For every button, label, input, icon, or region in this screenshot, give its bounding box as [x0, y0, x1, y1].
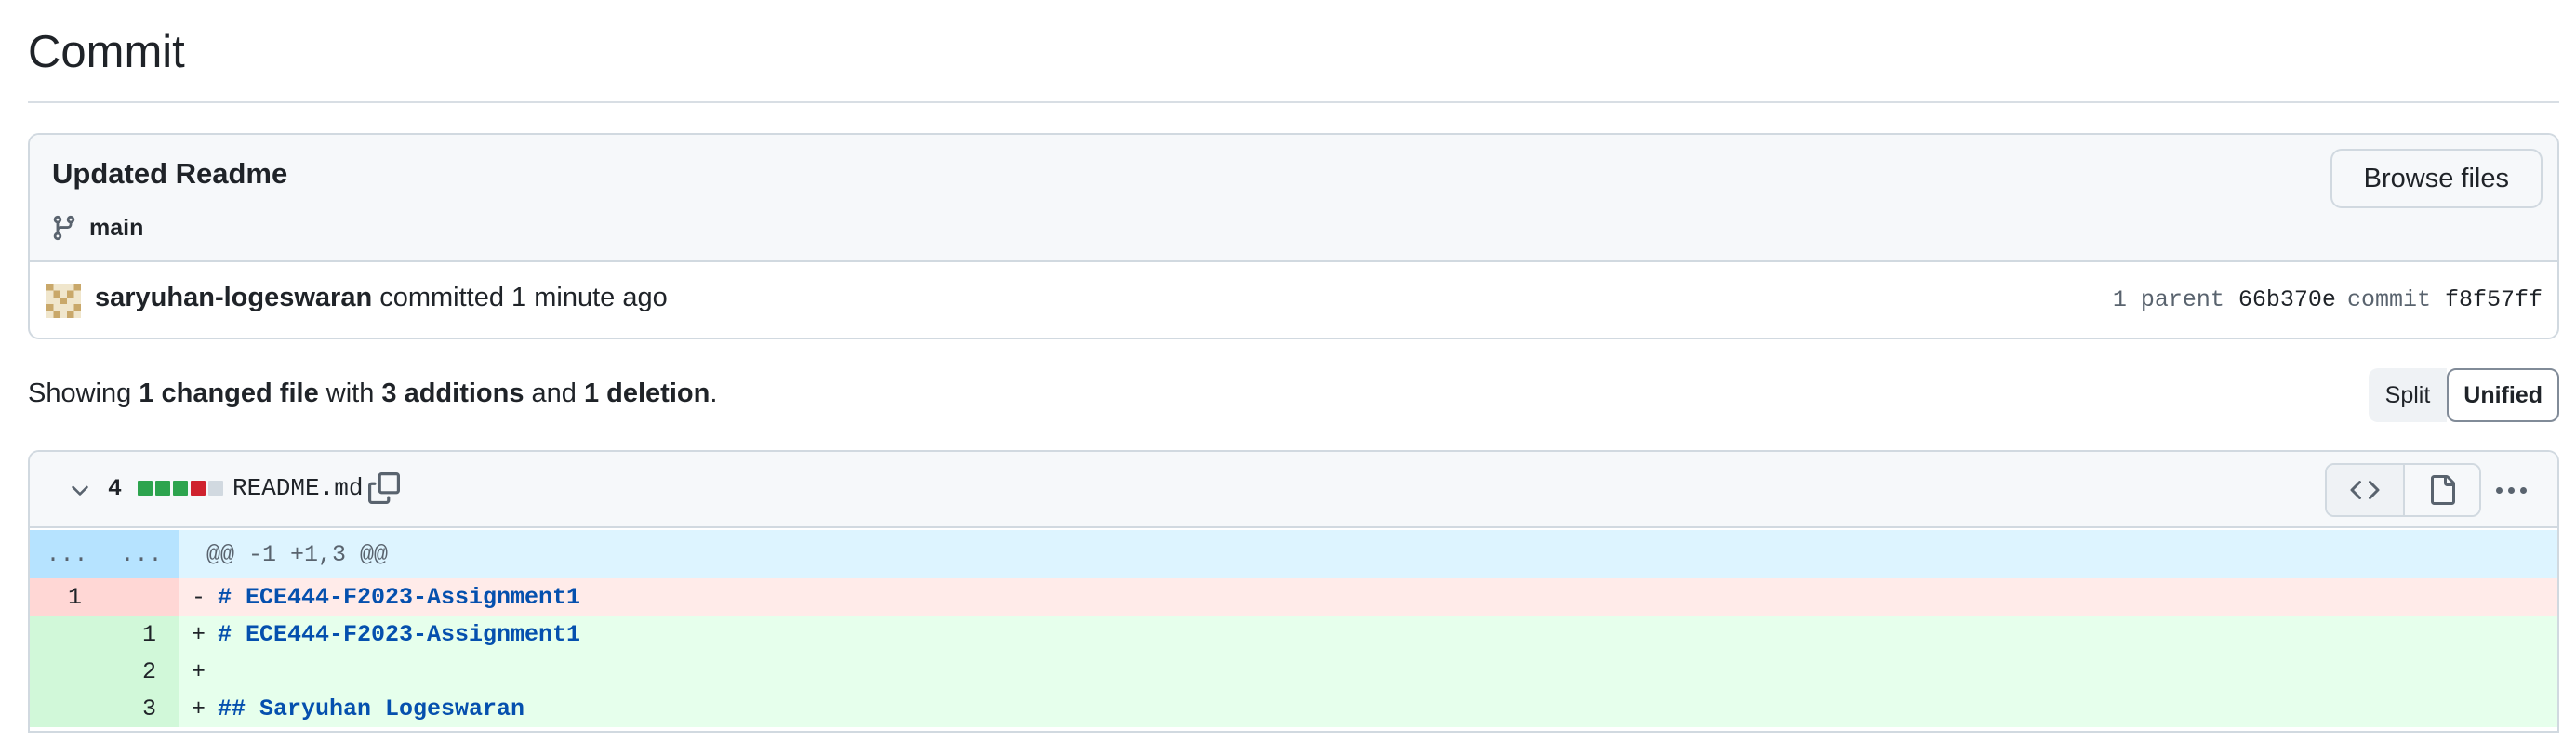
summary-and: and	[524, 378, 584, 408]
commit-sha: f8f57ff	[2444, 286, 2543, 313]
diff-line: 1 + # ECE444-F2023-Assignment1	[30, 616, 2557, 653]
unified-view-button[interactable]: Unified	[2447, 368, 2559, 422]
kebab-horizontal-icon[interactable]	[2496, 478, 2530, 502]
new-line-number[interactable]	[104, 578, 179, 616]
diff-marker: -	[192, 583, 206, 611]
parent-label: 1 parent	[2112, 286, 2224, 313]
diff-line-code: + # ECE444-F2023-Assignment1	[179, 616, 2557, 653]
diff-line: 3 + ## Saryuhan Logeswaran	[30, 690, 2557, 727]
branch-name: main	[89, 214, 144, 241]
new-line-number[interactable]: 1	[104, 616, 179, 653]
commit-action-text: committed 1 minute ago	[372, 283, 668, 312]
summary-changed-files: 1 changed file	[139, 378, 319, 408]
diffstat-square	[155, 481, 170, 496]
view-source-button[interactable]	[2327, 465, 2403, 515]
view-rich-button[interactable]	[2403, 465, 2479, 515]
file-name[interactable]: README.md	[232, 474, 363, 502]
diffstat-square	[208, 481, 223, 496]
hunk-header-row: ... ... @@ -1 +1,3 @@	[30, 530, 2557, 578]
title-divider	[28, 101, 2559, 103]
old-line-number[interactable]: 1	[30, 578, 104, 616]
diff-line-code: - # ECE444-F2023-Assignment1	[179, 578, 2557, 616]
chevron-down-icon[interactable]	[67, 478, 93, 504]
page-title: Commit	[28, 27, 185, 77]
summary-deletions: 1 deletion	[583, 378, 710, 408]
parent-sha-link[interactable]: 66b370e	[2238, 286, 2336, 313]
old-line-number[interactable]	[30, 616, 104, 653]
summary-prefix: Showing	[28, 378, 139, 408]
browse-files-button[interactable]: Browse files	[2330, 149, 2543, 208]
diff-line-code: + ## Saryuhan Logeswaran	[179, 690, 2557, 727]
code-icon	[2350, 480, 2380, 500]
commit-box: Updated Readme main Browse files saryuha…	[28, 133, 2559, 339]
new-line-number[interactable]: 3	[104, 690, 179, 727]
diff-line-text: # ECE444-F2023-Assignment1	[218, 583, 581, 611]
diff-summary: Showing 1 changed file with 3 additions …	[28, 378, 717, 409]
diffstat-square	[138, 481, 153, 496]
author-link[interactable]: saryuhan-logeswaran	[95, 283, 372, 312]
diffstat-bar	[138, 481, 223, 496]
summary-additions: 3 additions	[381, 378, 524, 408]
diff-line-code: +	[179, 653, 2557, 690]
copy-icon[interactable]	[368, 472, 400, 504]
diff-marker: +	[192, 620, 206, 648]
summary-suffix: .	[710, 378, 718, 408]
git-branch-icon	[53, 215, 75, 241]
diff-view-toggle: Split Unified	[2368, 368, 2559, 422]
old-line-number[interactable]	[30, 653, 104, 690]
commit-header: Updated Readme main Browse files	[30, 135, 2557, 262]
hunk-expand-old[interactable]: ...	[30, 530, 104, 578]
diff-line-text: # ECE444-F2023-Assignment1	[218, 620, 581, 648]
diff-line: 2 +	[30, 653, 2557, 690]
diff-line: 1 - # ECE444-F2023-Assignment1	[30, 578, 2557, 616]
diff-file: 4 README.md ... ... @@ -1 +1,3 @@ 1 - # E…	[28, 450, 2559, 733]
commit-meta: saryuhan-logeswaran committed 1 minute a…	[30, 262, 2557, 338]
file-view-tools	[2325, 463, 2481, 517]
new-line-number[interactable]: 2	[104, 653, 179, 690]
avatar[interactable]	[46, 284, 81, 318]
file-change-count: 4	[108, 475, 123, 502]
commit-sha-area: 1 parent 66b370e commit f8f57ff	[2113, 286, 2543, 313]
old-line-number[interactable]	[30, 690, 104, 727]
branch-indicator[interactable]: main	[50, 214, 143, 242]
diffstat-square	[191, 481, 206, 496]
hunk-expand-new[interactable]: ...	[104, 530, 179, 578]
diff-marker: +	[192, 657, 206, 685]
summary-with: with	[318, 378, 382, 408]
file-icon	[2431, 475, 2455, 505]
commit-message: Updated Readme	[52, 157, 288, 190]
diff-line-text: ## Saryuhan Logeswaran	[218, 695, 525, 722]
hunk-header-text: @@ -1 +1,3 @@	[206, 540, 389, 568]
diff-marker: +	[192, 695, 206, 722]
commit-label: commit	[2346, 286, 2431, 313]
file-header: 4 README.md	[30, 452, 2557, 528]
diff-table: ... ... @@ -1 +1,3 @@ 1 - # ECE444-F2023-…	[30, 530, 2557, 727]
diffstat-square	[173, 481, 188, 496]
split-view-button[interactable]: Split	[2368, 368, 2448, 422]
commit-author-line: saryuhan-logeswaran committed 1 minute a…	[95, 283, 668, 313]
